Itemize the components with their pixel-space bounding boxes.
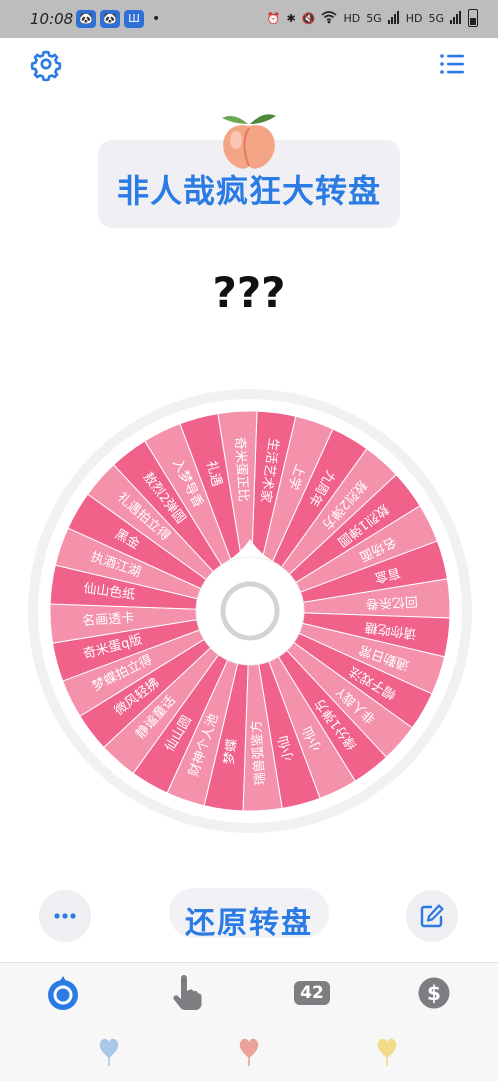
network-label: HD — [405, 11, 423, 25]
status-app-icons: 🐼 🐼 Ш • — [76, 10, 160, 28]
wheel-segment-label: 回忆杀卷 — [365, 593, 418, 612]
network-label: HD — [343, 11, 361, 25]
peach-icon — [214, 110, 284, 174]
tab-count[interactable]: 42 — [290, 973, 334, 1013]
menu-button[interactable] — [432, 44, 472, 84]
wheel-svg: 生活艺术家 上学九周年敖烈2弹方敖烈1弹圆名场面盲盒回忆杀卷请你吃糖通勤日常帽子戏… — [28, 389, 472, 833]
app-notification-icon: Ш — [124, 10, 144, 28]
tab-dollar[interactable]: $ — [414, 973, 454, 1013]
edit-icon — [420, 904, 444, 928]
app-notification-icon: 🐼 — [100, 10, 120, 28]
yellow-heart-icon — [376, 1036, 398, 1066]
network-label: 5G — [428, 11, 444, 25]
status-bar: 10:08 🐼 🐼 Ш • ⏰ ✱ 🔇 HD 5G HD 5G — [0, 0, 498, 38]
status-time: 10:08 — [30, 10, 74, 28]
prize-wheel[interactable]: 生活艺术家 上学 九周年 敖烈2弹方 敖烈1弹圆 名场面 盲盒 回忆杀卷 请你吃糖 通勤日常 帽子戏… — [19, 380, 481, 842]
mute-icon: 🔇 — [301, 11, 316, 25]
wheel-segment-label: 名画透卡 — [82, 610, 135, 629]
wifi-icon — [321, 10, 337, 27]
edit-button[interactable] — [406, 890, 458, 942]
signal-icon — [387, 10, 400, 27]
status-right-icons: ⏰ ✱ 🔇 HD 5G HD 5G — [267, 9, 478, 27]
tab-tap[interactable] — [166, 973, 206, 1013]
svg-text:$: $ — [427, 981, 441, 1005]
battery-icon — [468, 9, 478, 27]
wheel-hub — [195, 556, 305, 666]
count-badge: 42 — [294, 981, 330, 1005]
spin-result: ??? — [212, 268, 286, 317]
restore-wheel-label: 还原转盘 — [185, 906, 313, 938]
blue-heart-icon — [98, 1036, 120, 1066]
list-icon — [440, 54, 464, 74]
more-icon — [54, 913, 76, 919]
more-notifications-dot: • — [152, 11, 161, 27]
gear-icon — [30, 50, 62, 82]
app-notification-icon: 🐼 — [76, 10, 96, 28]
bluetooth-icon: ✱ — [286, 11, 296, 25]
tap-hand-icon — [173, 975, 202, 1010]
dollar-icon: $ — [418, 977, 450, 1009]
restore-wheel-button[interactable]: 还原转盘 — [169, 888, 329, 938]
wheel-icon — [48, 976, 78, 1010]
network-label: 5G — [366, 11, 382, 25]
settings-button[interactable] — [26, 44, 66, 84]
more-button[interactable] — [39, 890, 91, 942]
red-heart-icon — [238, 1036, 260, 1066]
tab-wheel[interactable] — [43, 973, 83, 1013]
alarm-icon: ⏰ — [266, 11, 281, 25]
signal-icon — [450, 10, 462, 27]
